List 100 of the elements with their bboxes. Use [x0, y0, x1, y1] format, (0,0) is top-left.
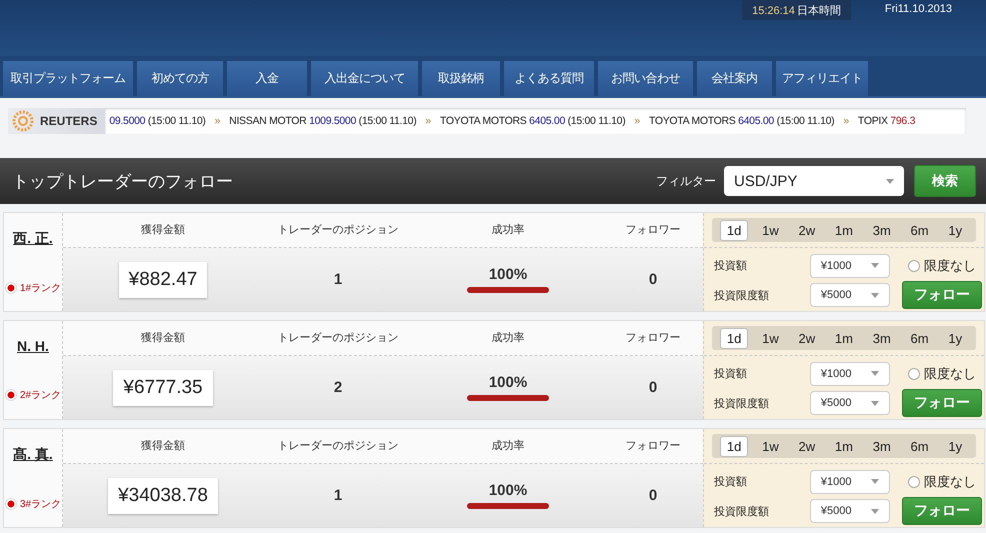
column-label: フォロワー [624, 438, 682, 454]
nav-tab[interactable]: 取扱銘柄 [422, 61, 500, 96]
nav-tab[interactable]: 入出金について [311, 61, 418, 96]
stock-quote: TOYOTA MOTORS 6405.00 (15:00 11.10) [648, 115, 834, 127]
period-tab[interactable]: 1d [720, 220, 748, 240]
stock-quote: TOYOTA MOTORS 6405.00 (15:00 11.10) [440, 115, 626, 127]
period-tab[interactable]: 2w [792, 436, 822, 456]
column-label: 獲得金額 [140, 330, 186, 346]
limit-label: 投資限度額 [714, 504, 770, 519]
caret-icon [871, 508, 880, 514]
period-tab[interactable]: 1w [756, 220, 785, 240]
period-tab[interactable]: 1w [756, 328, 785, 348]
period-tab[interactable]: 2w [792, 220, 822, 240]
separator-glyph: » [843, 115, 849, 127]
nav-tab[interactable]: アフィリエイト [776, 61, 868, 96]
position-count: 2 [334, 379, 342, 396]
amount-label: 投資額 [714, 366, 748, 382]
column-label: フォロワー [624, 330, 682, 346]
time-zone-label: 日本時間 [796, 5, 841, 17]
nav-tab[interactable]: 入金 [227, 61, 307, 96]
rank-label: 3#ランク [20, 498, 62, 510]
search-button[interactable]: 検索 [914, 165, 976, 197]
separator-glyph: » [214, 115, 220, 127]
brand-name: REUTERS [40, 114, 98, 128]
period-tab[interactable]: 6m [904, 220, 935, 240]
filter-dropdown[interactable]: USD/JPY [724, 166, 904, 196]
unlimited-radio[interactable]: 限度なし [908, 472, 982, 491]
limit-dropdown[interactable]: ¥5000 [810, 499, 890, 524]
caret-icon [871, 371, 880, 376]
amount-label: 投資額 [714, 474, 748, 490]
caret-icon [871, 263, 880, 268]
period-tab[interactable]: 1m [828, 220, 859, 240]
nav-tab[interactable]: よくある質問 [504, 61, 594, 96]
period-tab[interactable]: 6m [904, 436, 935, 456]
period-tab[interactable]: 1m [828, 436, 859, 456]
rank-label: 2#ランク [20, 389, 62, 402]
position-count: 1 [334, 271, 342, 288]
caret-icon [886, 178, 894, 184]
column-label: 成功率 [490, 330, 526, 346]
nav-tab[interactable]: 会社案内 [697, 61, 772, 96]
column-label: 獲得金額 [140, 222, 186, 238]
follow-button[interactable]: フォロー [902, 281, 982, 310]
rank-label: 1#ランク [20, 282, 62, 294]
column-label: トレーダーのポジション [276, 330, 400, 346]
success-rate: 100% [488, 374, 528, 391]
period-tab[interactable]: 3m [866, 220, 897, 240]
column-label: トレーダーのポジション [276, 222, 400, 238]
period-tab[interactable]: 6m [904, 328, 935, 348]
profit-amount: ¥882.47 [118, 262, 208, 298]
period-tab[interactable]: 2w [792, 328, 822, 348]
caret-icon [871, 400, 880, 406]
follow-button[interactable]: フォロー [902, 389, 982, 418]
trader-name-link[interactable]: 西. 正. [13, 230, 53, 248]
separator-glyph: » [634, 115, 640, 127]
filter-label: フィルター [656, 172, 716, 190]
limit-dropdown[interactable]: ¥5000 [810, 391, 890, 416]
stock-quote: NISSAN MOTOR 1009.5000 (15:00 11.10) [229, 115, 416, 127]
limit-label: 投資限度額 [714, 288, 770, 303]
caret-icon [871, 479, 880, 484]
period-tab[interactable]: 1m [828, 328, 859, 348]
follower-count: 0 [648, 379, 658, 396]
follower-count: 0 [648, 271, 658, 288]
period-tab[interactable]: 3m [866, 436, 897, 456]
stock-quote: 09.5000 (15:00 11.10) [109, 115, 206, 127]
nav-tab[interactable]: 初めての方 [137, 61, 223, 96]
stock-quote: TOPIX 796.3 [858, 115, 916, 127]
column-label: 成功率 [490, 438, 526, 454]
clock-time: 15:26:14 [752, 5, 795, 17]
period-tab[interactable]: 1y [942, 328, 968, 348]
period-tab[interactable]: 1y [942, 436, 968, 456]
period-tab[interactable]: 1w [756, 436, 785, 456]
amount-dropdown[interactable]: ¥1000 [810, 254, 890, 278]
period-tab[interactable]: 3m [866, 328, 897, 348]
column-label: トレーダーのポジション [276, 438, 400, 454]
unlimited-radio[interactable]: 限度なし [908, 256, 982, 275]
separator-glyph: » [425, 115, 431, 127]
amount-label: 投資額 [714, 258, 748, 274]
amount-dropdown[interactable]: ¥1000 [810, 362, 890, 386]
date-label: Fri11.10.2013 [884, 2, 952, 15]
column-label: 成功率 [490, 222, 526, 238]
limit-dropdown[interactable]: ¥5000 [810, 283, 890, 308]
follow-button[interactable]: フォロー [902, 497, 982, 526]
period-tab[interactable]: 1d [720, 436, 748, 456]
unlimited-radio[interactable]: 限度なし [908, 364, 982, 383]
period-tab[interactable]: 1d [720, 328, 748, 348]
success-rate: 100% [488, 482, 528, 499]
nav-tab[interactable]: お問い合わせ [598, 61, 693, 96]
nav-tab[interactable]: 取引プラットフォーム [3, 61, 133, 96]
profit-amount: ¥34038.78 [108, 478, 218, 514]
position-count: 1 [334, 487, 342, 504]
column-label: フォロワー [624, 222, 682, 238]
limit-label: 投資限度額 [714, 396, 770, 411]
follower-count: 0 [648, 487, 658, 504]
trader-name-link[interactable]: 髙. 真. [13, 446, 53, 464]
panel-title: トップトレーダーのフォロー [12, 170, 234, 192]
trader-name-link[interactable]: N. H. [17, 338, 49, 354]
sun-burst-icon [12, 110, 34, 132]
amount-dropdown[interactable]: ¥1000 [810, 470, 890, 494]
period-tab[interactable]: 1y [942, 220, 968, 240]
column-label: 獲得金額 [140, 438, 186, 454]
